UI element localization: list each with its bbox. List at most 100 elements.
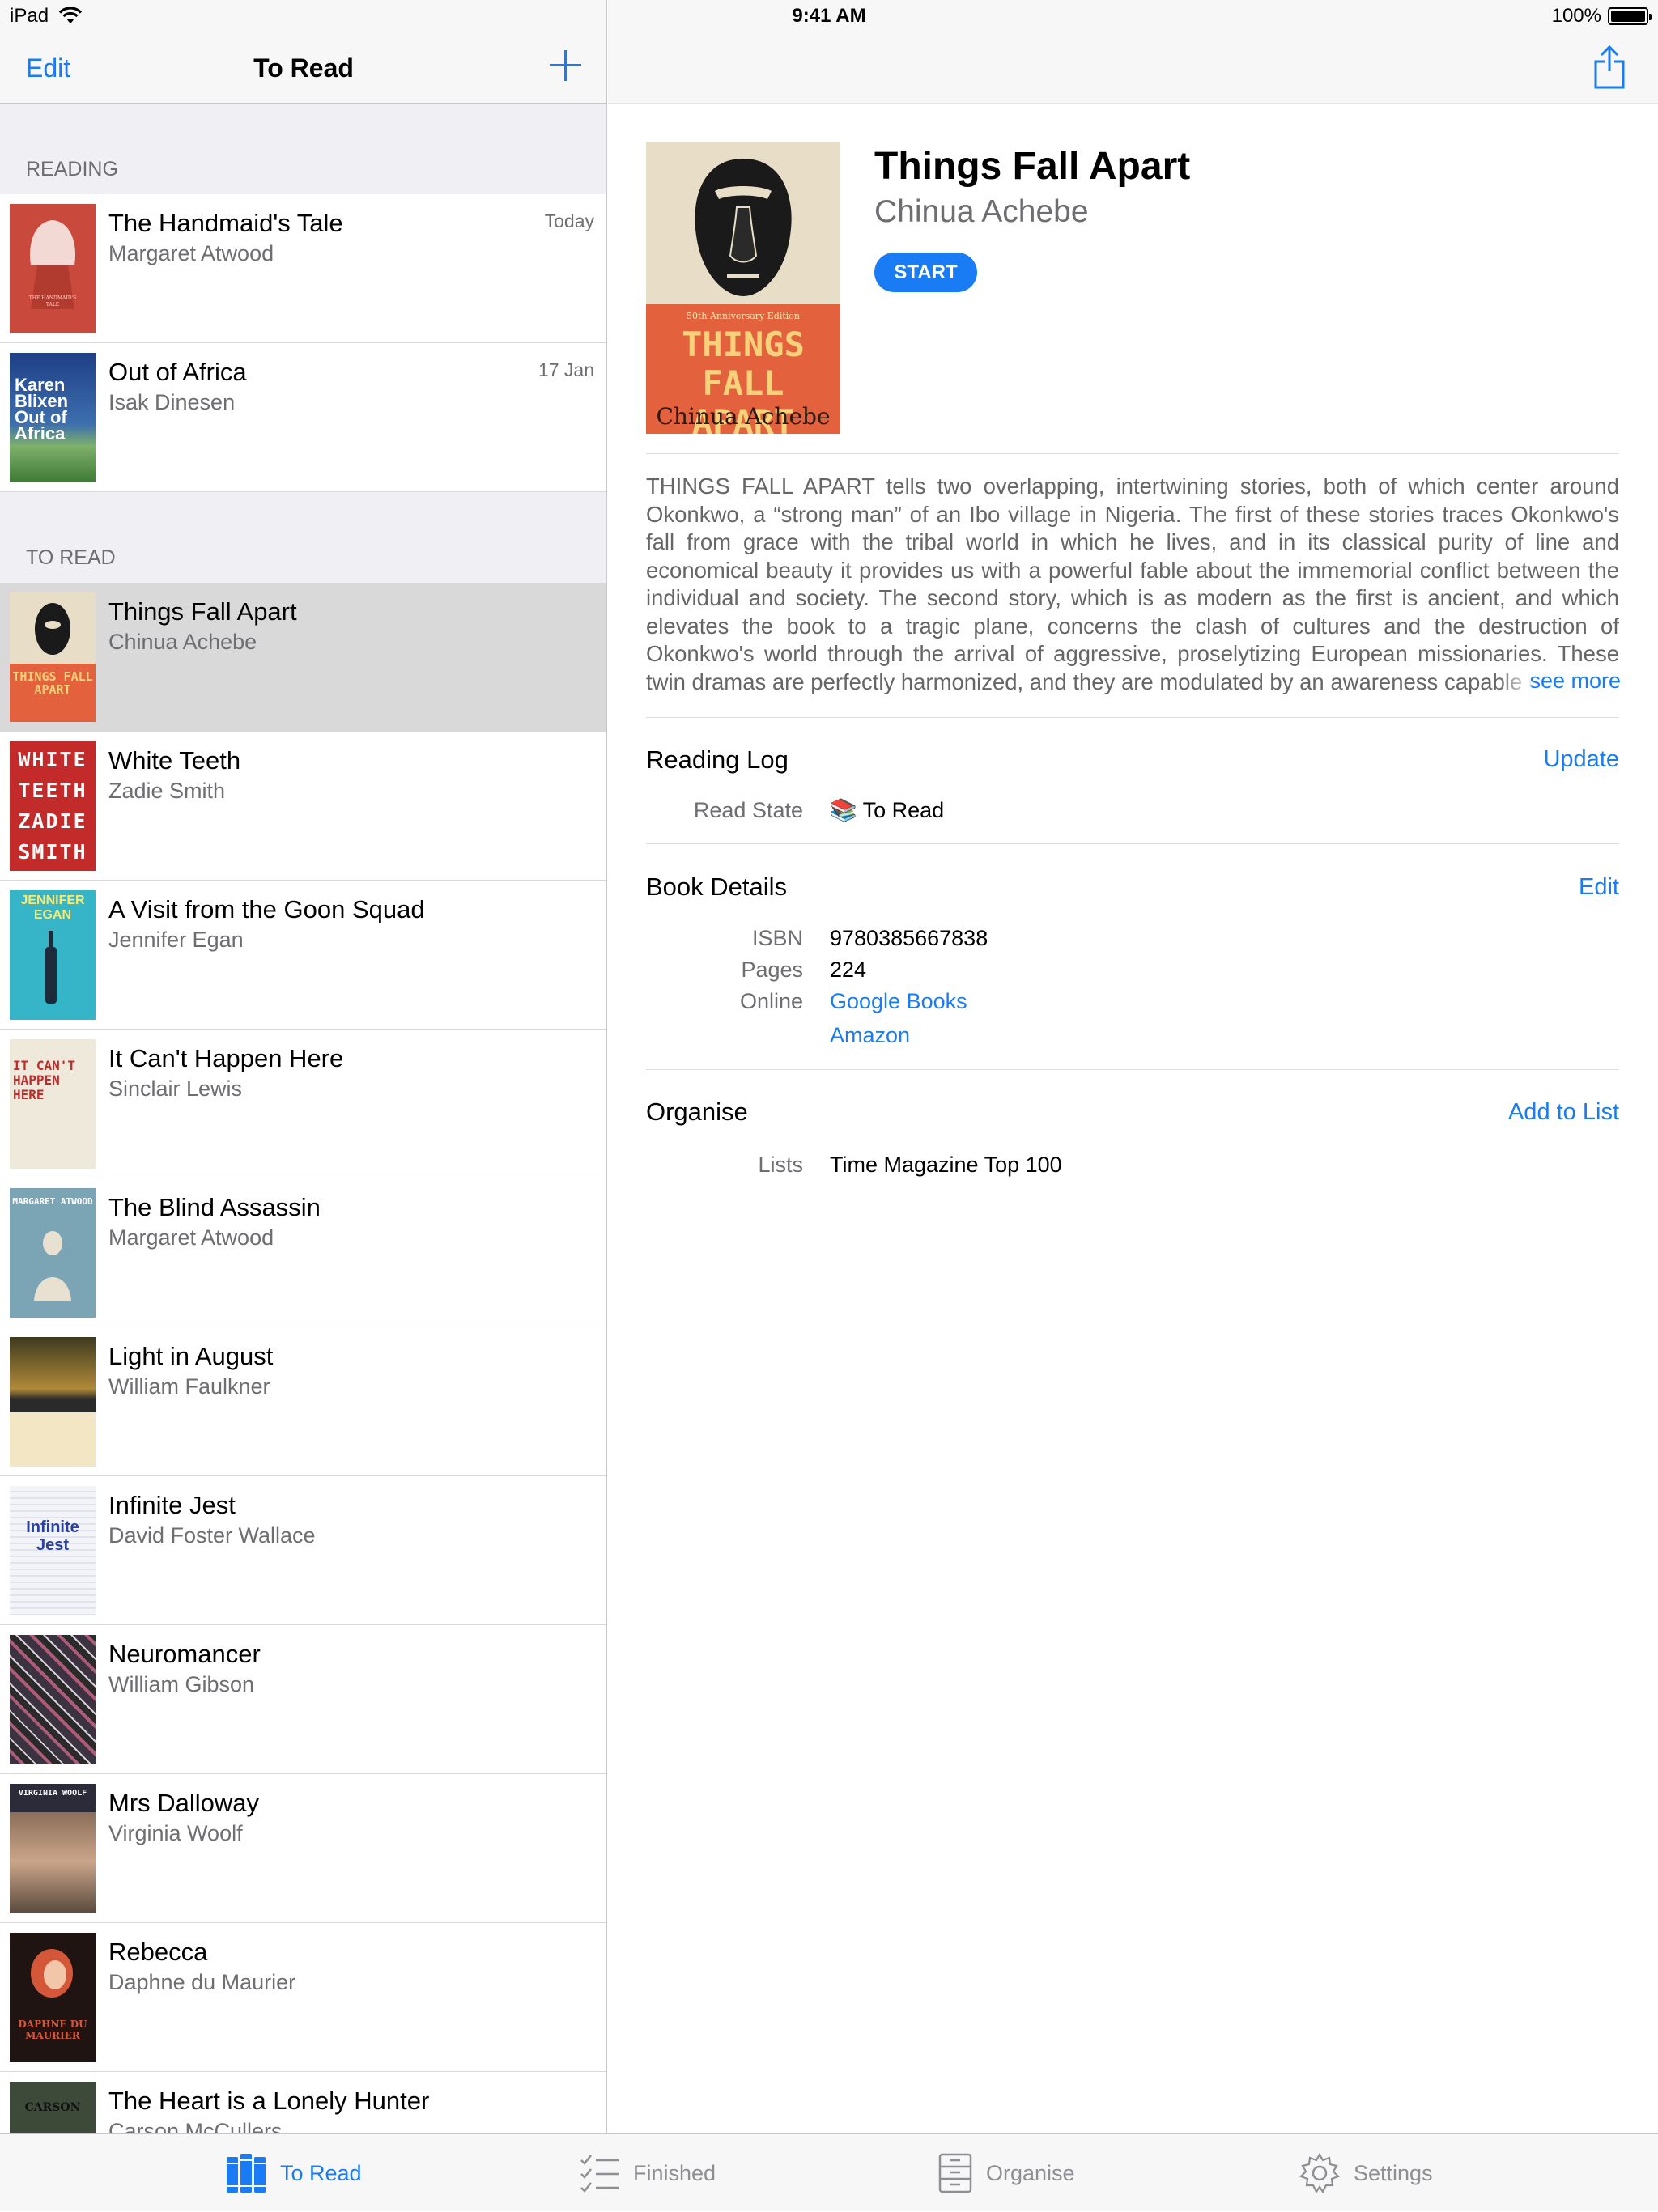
battery-icon [1608, 7, 1652, 25]
mask-icon [35, 603, 70, 655]
book-row-light-in-august[interactable]: Light in August William Faulkner [0, 1327, 606, 1476]
book-row-white-teeth[interactable]: WHITE TEETH ZADIE SMITH White Teeth Zadi… [0, 732, 606, 881]
book-title: A Visit from the Goon Squad [108, 895, 425, 923]
plus-icon[interactable] [547, 47, 583, 83]
tab-bar: To Read Finished Organise Settings [0, 2133, 1658, 2211]
face-icon [31, 1949, 73, 1998]
book-cover: VIRGINIA WOOLF [10, 1784, 96, 1913]
book-title: The Heart is a Lonely Hunter [108, 2087, 430, 2115]
cover-author: Chinua Achebe [656, 403, 831, 430]
book-author: Margaret Atwood [108, 241, 274, 265]
book-row-neuromancer[interactable]: Neuromancer William Gibson [0, 1625, 606, 1774]
checklist-icon [580, 2155, 619, 2193]
google-books-link[interactable]: Google Books [830, 989, 967, 1014]
book-author: Jennifer Egan [108, 928, 244, 952]
cover-title: IT CAN'T HAPPEN HERE [13, 1058, 76, 1102]
section-header-to-read: TO READ [26, 546, 116, 569]
book-title: Things Fall Apart [108, 597, 297, 626]
cover-title: THINGS FALL APART [12, 669, 93, 697]
svg-text:THE HANDMAID'S: THE HANDMAID'S [29, 295, 77, 301]
book-row-handmaids-tale[interactable]: THE HANDMAID'S TALE The Handmaid's Tale … [0, 194, 606, 343]
book-row-mrs-dalloway[interactable]: VIRGINIA WOOLF Mrs Dalloway Virginia Woo… [0, 1774, 606, 1923]
book-title: The Blind Assassin [108, 1193, 321, 1221]
pages-value: 224 [830, 957, 867, 982]
svg-text:TALE: TALE [46, 302, 59, 308]
book-cover: JENNIFER EGAN [10, 890, 96, 1020]
book-list-pane: Edit To Read READING THE HANDMAID'S TALE… [0, 0, 607, 2133]
tab-settings[interactable]: Settings [1299, 2134, 1433, 2212]
book-author: William Gibson [108, 1672, 255, 1696]
divider [646, 717, 1619, 718]
add-to-list-button[interactable]: Add to List [1508, 1099, 1619, 1126]
book-title-heading: Things Fall Apart [874, 145, 1191, 188]
section-header-reading: READING [26, 158, 118, 180]
status-bar: iPad 9:41 AM 100% [0, 0, 1658, 32]
book-title: It Can't Happen Here [108, 1044, 344, 1072]
lists-value: Time Magazine Top 100 [830, 1153, 1062, 1177]
tab-label: Settings [1354, 2160, 1433, 2185]
book-title: Light in August [108, 1342, 274, 1370]
reading-log-title: Reading Log [646, 745, 789, 774]
book-author: Zadie Smith [108, 779, 226, 803]
cover-title: VIRGINIA WOOLF [18, 1789, 87, 1798]
handmaid-figure-icon: THE HANDMAID'S TALE [29, 220, 77, 309]
book-row-things-fall-apart[interactable]: THINGS FALL APART Things Fall Apart Chin… [0, 583, 606, 732]
see-more-link[interactable]: see more [1498, 669, 1621, 696]
book-author: Daphne du Maurier [108, 1970, 296, 1994]
share-icon[interactable] [1593, 45, 1626, 89]
book-cover: Infinite Jest [10, 1486, 96, 1615]
clock: 9:41 AM [792, 5, 866, 27]
cover-title: CARSON [24, 2101, 81, 2114]
tab-finished[interactable]: Finished [578, 2134, 716, 2212]
cover-title: MARGARET ATWOOD [12, 1196, 93, 1207]
book-date: Today [544, 210, 594, 231]
amazon-link[interactable]: Amazon [830, 1023, 910, 1048]
book-author: Chinua Achebe [108, 630, 257, 654]
book-cover: DAPHNE DU MAURIER [10, 1933, 96, 2062]
lists-label: Lists [758, 1153, 803, 1177]
read-state-value: 📚 To Read [830, 798, 945, 822]
cover-title: DAPHNE DU MAURIER [18, 2019, 87, 2041]
book-cover [10, 1635, 96, 1764]
pages-label: Pages [741, 957, 803, 982]
book-title: Infinite Jest [108, 1491, 236, 1519]
book-row-rebecca[interactable]: DAPHNE DU MAURIER Rebecca Daphne du Maur… [0, 1923, 606, 2072]
cover-title: Karen Blixen Out of Africa [15, 375, 69, 444]
tab-organise[interactable]: Organise [937, 2134, 1075, 2212]
book-author: Isak Dinesen [108, 390, 236, 414]
portrait-icon [34, 1231, 71, 1301]
book-author: Sinclair Lewis [108, 1076, 243, 1101]
divider [646, 453, 1619, 454]
battery-percent: 100% [1551, 5, 1601, 27]
book-row-out-of-africa[interactable]: Karen Blixen Out of Africa Out of Africa… [0, 343, 606, 492]
page-title: To Read [253, 53, 354, 83]
online-label: Online [739, 989, 803, 1013]
book-row-blind-assassin[interactable]: MARGARET ATWOOD The Blind Assassin Marga… [0, 1178, 606, 1327]
divider [646, 843, 1619, 844]
isbn-value: 9780385667838 [830, 926, 988, 950]
tab-to-read[interactable]: To Read [225, 2134, 362, 2212]
tab-label: Organise [986, 2160, 1075, 2185]
cover-title: JENNIFER EGAN [20, 894, 85, 922]
start-button[interactable]: START [874, 253, 977, 292]
edit-details-button[interactable]: Edit [1579, 874, 1619, 901]
book-title: White Teeth [108, 746, 241, 775]
book-details-title: Book Details [646, 872, 788, 901]
organise-title: Organise [646, 1098, 748, 1126]
book-title: The Handmaid's Tale [108, 209, 343, 237]
book-description: THINGS FALL APART tells two overlapping,… [646, 473, 1619, 694]
book-cover: THE HANDMAID'S TALE [10, 204, 96, 333]
book-cover: CARSON [10, 2082, 96, 2133]
cover-title: WHITE TEETH ZADIE SMITH [18, 748, 87, 864]
book-author: Virginia Woolf [108, 1821, 243, 1845]
book-row-heart-lonely-hunter[interactable]: CARSON The Heart is a Lonely Hunter Cars… [0, 2072, 606, 2133]
update-button[interactable]: Update [1543, 746, 1619, 773]
books-icon [227, 2154, 266, 2193]
cover-title: Infinite Jest [26, 1518, 79, 1554]
isbn-label: ISBN [751, 926, 803, 950]
book-row-infinite-jest[interactable]: Infinite Jest Infinite Jest David Foster… [0, 1476, 606, 1625]
book-row-it-cant-happen-here[interactable]: IT CAN'T HAPPEN HERE It Can't Happen Her… [0, 1030, 606, 1178]
book-author: David Foster Wallace [108, 1523, 316, 1548]
book-row-goon-squad[interactable]: JENNIFER EGAN A Visit from the Goon Squa… [0, 881, 606, 1030]
book-cover: Karen Blixen Out of Africa [10, 353, 96, 482]
